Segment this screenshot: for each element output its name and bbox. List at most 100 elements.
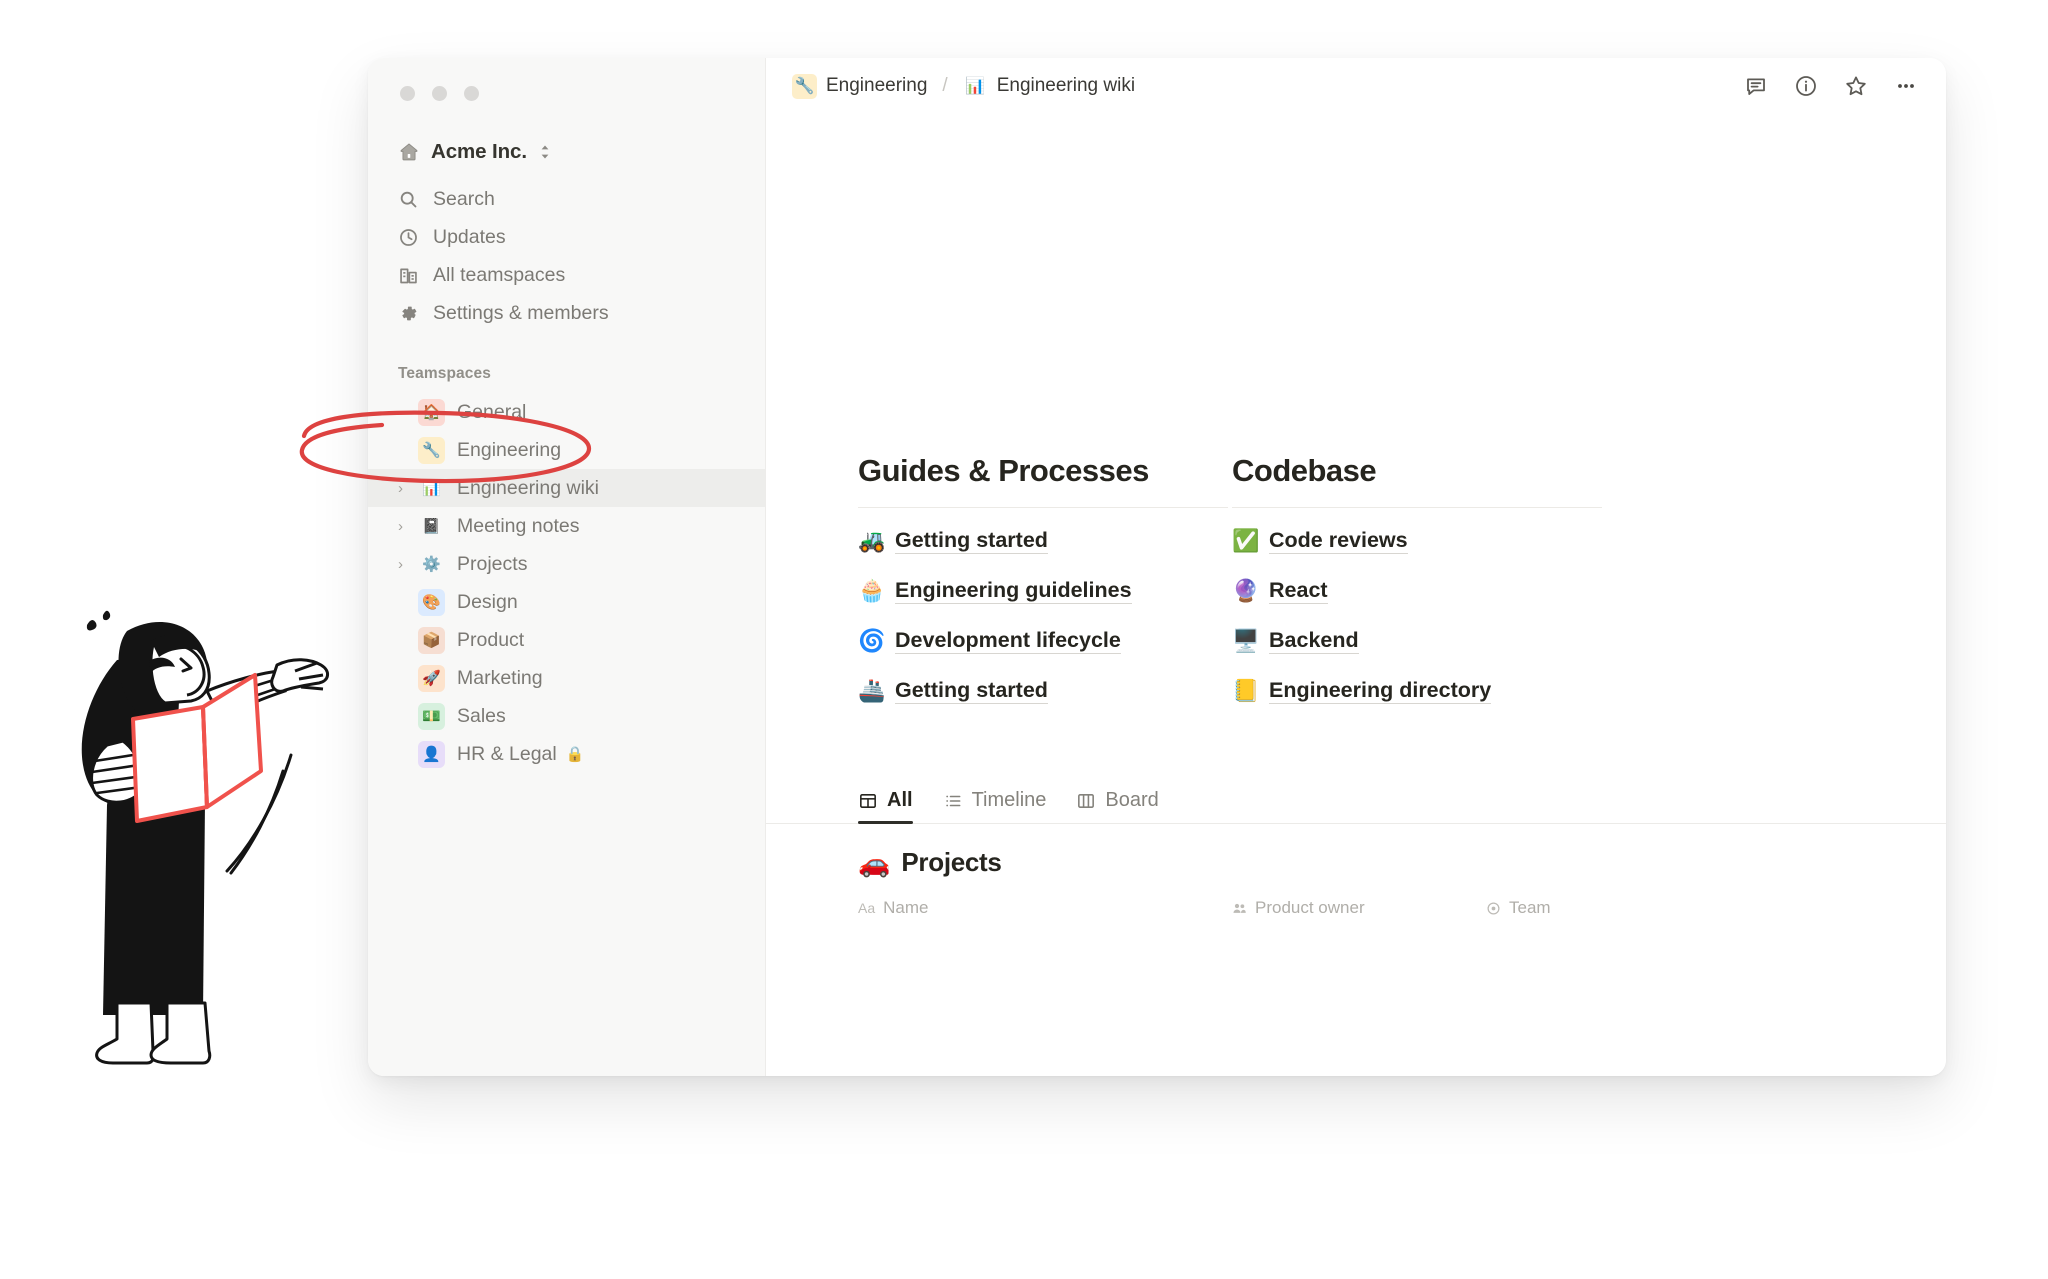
sidebar-item-updates[interactable]: Updates [368, 218, 765, 256]
page-link-label[interactable]: Engineering directory [1269, 678, 1492, 705]
page-link-row[interactable]: 🧁 Engineering guidelines [858, 566, 1232, 616]
sidebar-item-label: Search [433, 187, 495, 210]
sidebar-item-label: All teamspaces [433, 263, 566, 286]
search-icon [398, 189, 419, 210]
more-icon[interactable] [1894, 74, 1918, 98]
page-emoji-tractor: 🚜 [858, 528, 886, 554]
sidebar-item-label: General [457, 400, 527, 423]
sidebar-item-label: Settings & members [433, 301, 609, 324]
page-link-label[interactable]: Development lifecycle [895, 628, 1121, 655]
teamspace-icon: 📦 [418, 626, 445, 654]
page-link-label[interactable]: Code reviews [1269, 528, 1408, 555]
workspace-switcher[interactable]: Acme Inc. [368, 135, 765, 169]
database-name: Projects [901, 847, 1002, 878]
minimize-window-button[interactable] [432, 86, 447, 101]
sidebar-item-projects[interactable]: › ⚙️ Projects [368, 545, 765, 583]
page-link-row[interactable]: 📒 Engineering directory [1232, 666, 1606, 716]
tab-timeline[interactable]: Timeline [943, 789, 1047, 823]
sidebar-item-label: Sales [457, 704, 506, 727]
main-content: 🔧 Engineering / 📊 Engineering wiki Guide… [766, 58, 1946, 1076]
sidebar-item-hr-legal[interactable]: › 👤 HR & Legal 🔒 [368, 735, 765, 773]
breadcrumb-separator: / [942, 75, 948, 96]
breadcrumb-item-engineering[interactable]: Engineering [826, 75, 927, 97]
chevron-right-icon[interactable]: › [398, 480, 418, 497]
page-link-label[interactable]: Backend [1269, 628, 1359, 655]
sidebar-item-label: Engineering wiki [457, 476, 599, 499]
zoom-window-button[interactable] [464, 86, 479, 101]
buildings-icon [398, 265, 419, 286]
page-link-label[interactable]: Engineering guidelines [895, 578, 1132, 605]
sidebar-item-label: Engineering [457, 438, 562, 461]
teamspace-icon: 👤 [418, 740, 445, 768]
sidebar-item-search[interactable]: Search [368, 180, 765, 218]
sidebar-item-product[interactable]: › 📦 Product [368, 621, 765, 659]
database-title[interactable]: 🚗 Projects [766, 847, 1946, 878]
sidebar-item-design[interactable]: › 🎨 Design [368, 583, 765, 621]
sidebar-nav: Search Updates All teamspaces Settings &… [368, 180, 765, 332]
chevron-updown-icon[interactable] [539, 143, 551, 161]
heading-divider [1232, 507, 1602, 509]
page-emoji-folder: 📒 [1232, 678, 1260, 704]
info-icon[interactable] [1794, 74, 1818, 98]
teamspace-icon: ⚙️ [422, 555, 441, 573]
sidebar-item-meeting-notes[interactable]: › 📓 Meeting notes [368, 507, 765, 545]
teamspace-icon: 💵 [418, 702, 445, 730]
page-link-label[interactable]: Getting started [895, 678, 1048, 705]
page-link-row[interactable]: 🔮 React [1232, 566, 1606, 616]
column-header-name[interactable]: Aa Name [858, 898, 1222, 918]
page-emoji-cupcake: 🧁 [858, 578, 886, 604]
page-link-row[interactable]: 🚜 Getting started [858, 516, 1232, 566]
sidebar-item-label: Updates [433, 225, 506, 248]
tab-all[interactable]: All [858, 789, 913, 825]
column-heading: Guides & Processes [858, 453, 1149, 488]
topbar-actions [1744, 74, 1918, 98]
chevron-right-icon[interactable]: › [398, 518, 418, 535]
page-emoji-cyclone: 🌀 [858, 628, 886, 654]
page-link-label[interactable]: Getting started [895, 528, 1048, 555]
page-link-row[interactable]: 🚢 Getting started [858, 666, 1232, 716]
sidebar-item-settings-members[interactable]: Settings & members [368, 294, 765, 332]
page-body: Guides & Processes 🚜 Getting started 🧁 E… [766, 453, 1946, 918]
person-icon [1232, 901, 1247, 916]
page-link-label[interactable]: React [1269, 578, 1328, 605]
sidebar-item-label: Projects [457, 552, 528, 575]
chevron-right-icon[interactable]: › [398, 556, 418, 573]
breadcrumb: 🔧 Engineering / 📊 Engineering wiki [792, 73, 1135, 99]
sidebar-item-engineering[interactable]: › 🔧 Engineering [368, 431, 765, 469]
page-link-row[interactable]: 🖥️ Backend [1232, 616, 1606, 666]
sidebar: Acme Inc. Search Updates All teamspaces … [368, 58, 766, 1076]
breadcrumb-item-engineering-wiki[interactable]: Engineering wiki [997, 75, 1135, 97]
car-icon: 🚗 [858, 847, 891, 878]
sidebar-item-sales[interactable]: › 💵 Sales [368, 697, 765, 735]
timeline-icon [943, 791, 963, 811]
gear-icon [398, 303, 419, 324]
page-link-row[interactable]: ✅ Code reviews [1232, 516, 1606, 566]
heading-divider [858, 507, 1228, 509]
column-header-label: Product owner [1255, 898, 1365, 918]
tab-label: Board [1105, 789, 1159, 812]
clock-icon [398, 227, 419, 248]
page-emoji-computer: 🖥️ [1232, 628, 1260, 654]
sidebar-item-engineering-wiki[interactable]: › 📊 Engineering wiki [368, 469, 765, 507]
window-traffic-lights[interactable] [368, 58, 765, 101]
page-link-row[interactable]: 🌀 Development lifecycle [858, 616, 1232, 666]
person-reading-book-illustration [55, 595, 345, 1065]
tab-board[interactable]: Board [1076, 789, 1159, 823]
star-icon[interactable] [1844, 74, 1868, 98]
breadcrumb-icon-engineering: 🔧 [792, 73, 817, 99]
house-icon [398, 141, 420, 163]
column-header-product-owner[interactable]: Product owner [1232, 898, 1476, 918]
close-window-button[interactable] [400, 86, 415, 101]
page-emoji-react: 🔮 [1232, 578, 1260, 604]
page-emoji-ship: 🚢 [858, 678, 886, 704]
comment-icon[interactable] [1744, 74, 1768, 98]
tab-label: Timeline [971, 789, 1047, 812]
select-icon [1486, 901, 1501, 916]
sidebar-item-marketing[interactable]: › 🚀 Marketing [368, 659, 765, 697]
teamspaces-list: › 🏠 General › 🔧 Engineering › 📊 Engineer… [368, 393, 765, 773]
column-heading: Codebase [1232, 453, 1377, 488]
workspace-name: Acme Inc. [431, 140, 527, 163]
sidebar-item-general[interactable]: › 🏠 General [368, 393, 765, 431]
column-header-team[interactable]: Team [1486, 898, 1551, 918]
sidebar-item-all-teamspaces[interactable]: All teamspaces [368, 256, 765, 294]
